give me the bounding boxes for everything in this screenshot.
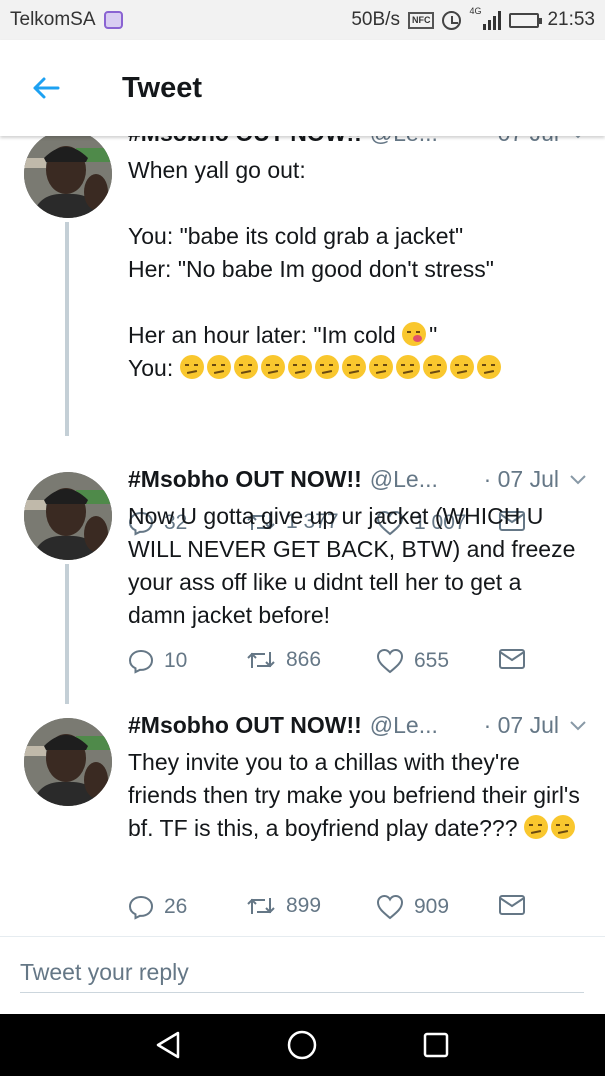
retweet-count: 899	[286, 894, 322, 917]
confused-face-emoji-icon	[233, 355, 258, 379]
tweet-text-main: They invite you to a chillas with they'r…	[128, 749, 587, 841]
retweet-count: 866	[286, 648, 322, 671]
confused-face-emoji-icon	[523, 815, 548, 839]
reply-icon	[128, 649, 154, 674]
reply-button[interactable]: 10	[128, 648, 187, 674]
like-button[interactable]: 655	[376, 648, 449, 674]
avatar[interactable]	[24, 136, 112, 218]
heart-icon	[376, 648, 404, 674]
network-speed: 50B/s	[351, 9, 400, 30]
reply-count: 10	[164, 649, 188, 672]
chevron-down-icon[interactable]	[567, 715, 589, 737]
reply-button[interactable]: 26	[128, 894, 187, 920]
confused-face-emoji-icon	[476, 355, 501, 379]
confused-face-emoji-icon	[206, 355, 231, 379]
tweet-time: · 07 Jul	[484, 136, 567, 147]
confused-face-emoji-icon	[179, 355, 204, 379]
tweet-text-close-quote: "	[429, 322, 438, 348]
confused-face-emoji-icon	[395, 355, 420, 379]
signal-icon: 4G	[469, 6, 502, 30]
reply-input[interactable]	[20, 951, 584, 993]
user-name[interactable]: #Msobho OUT NOW!!	[128, 712, 362, 739]
chevron-down-icon[interactable]	[567, 136, 589, 145]
avatar-photo	[24, 472, 112, 560]
heart-icon	[376, 894, 404, 920]
tweet-text: When yall go out: You: "babe its cold gr…	[128, 154, 585, 385]
chevron-down-icon[interactable]	[567, 469, 589, 491]
envelope-icon	[499, 895, 525, 915]
retweet-icon	[247, 898, 275, 914]
tweet-header: #Msobho OUT NOW!! @Le... · 07 Jul	[128, 712, 589, 739]
battery-icon	[509, 12, 543, 28]
tweet-actions: 10 866 655	[128, 648, 548, 678]
tweet-header: #Msobho OUT NOW!! @Le... · 07 Jul	[128, 136, 589, 147]
like-count: 909	[414, 895, 450, 918]
tweet-time: · 07 Jul	[483, 466, 559, 492]
square-recents-icon	[423, 1032, 449, 1058]
retweet-button[interactable]: 866	[246, 648, 321, 672]
triangle-back-icon	[156, 1031, 180, 1059]
system-nav-bar	[0, 1014, 605, 1076]
nfc-icon: NFC	[407, 11, 435, 29]
tweet[interactable]: #Msobho OUT NOW!! @Le... · 07 Jul Now U …	[0, 452, 605, 704]
network-type: 4G	[469, 6, 482, 16]
confused-face-emoji-icon	[449, 355, 474, 379]
like-button[interactable]: 909	[376, 894, 449, 920]
user-handle[interactable]: @Le...	[370, 136, 438, 147]
tweet-text: They invite you to a chillas with they'r…	[128, 746, 585, 845]
avatar[interactable]	[24, 472, 112, 560]
share-dm-button[interactable]	[498, 648, 526, 670]
envelope-icon	[499, 649, 525, 669]
app-notification-icon	[103, 11, 123, 29]
arrow-left-icon	[33, 77, 60, 99]
circle-home-icon	[287, 1030, 317, 1060]
back-button[interactable]	[18, 60, 74, 116]
confused-face-emoji-icon	[287, 355, 312, 379]
tweet-time: · 07 Jul	[483, 712, 559, 738]
cold-face-emoji-icon	[402, 322, 427, 346]
avatar-photo	[24, 136, 112, 218]
tweet-text-you: You:	[128, 355, 174, 381]
user-handle[interactable]: @Le...	[370, 712, 438, 739]
share-dm-button[interactable]	[498, 894, 526, 916]
user-handle[interactable]: @Le...	[370, 466, 438, 493]
tweet-actions: 26 899 909	[128, 894, 548, 924]
thread-line	[65, 564, 69, 704]
retweet-button[interactable]: 899	[246, 894, 321, 918]
nav-back-button[interactable]	[150, 1027, 186, 1063]
avatar[interactable]	[24, 718, 112, 806]
clock: 21:53	[547, 9, 595, 30]
tweet-text: Now U gotta give up ur jacket (WHICH U W…	[128, 503, 582, 628]
emoji-row	[523, 815, 578, 841]
carrier-name: TelkomSA	[10, 9, 96, 30]
user-name[interactable]: #Msobho OUT NOW!!	[128, 466, 362, 493]
tweet-header: #Msobho OUT NOW!! @Le... · 07 Jul	[128, 466, 589, 493]
confused-face-emoji-icon	[341, 355, 366, 379]
confused-face-emoji-icon	[422, 355, 447, 379]
retweet-icon	[247, 652, 275, 668]
user-name[interactable]: #Msobho OUT NOW!!	[128, 136, 362, 147]
page-title: Tweet	[122, 71, 203, 104]
confused-face-emoji-icon	[550, 815, 575, 839]
reply-icon	[128, 895, 154, 920]
tweet[interactable]: #Msobho OUT NOW!! @Le... · 07 Jul When y…	[0, 136, 605, 536]
confused-face-emoji-icon	[368, 355, 393, 379]
tweet[interactable]: #Msobho OUT NOW!! @Le... · 07 Jul They i…	[0, 698, 605, 936]
nav-recents-button[interactable]	[418, 1027, 454, 1063]
app-header: Tweet	[0, 40, 605, 136]
emoji-row	[179, 355, 504, 381]
status-bar: TelkomSA 50B/s NFC 4G 21:53	[0, 0, 605, 40]
confused-face-emoji-icon	[260, 355, 285, 379]
tweet-text-main: When yall go out: You: "babe its cold gr…	[128, 157, 494, 348]
nav-home-button[interactable]	[284, 1027, 320, 1063]
tweet-thread[interactable]: #Msobho OUT NOW!! @Le... · 07 Jul When y…	[0, 136, 605, 936]
thread-line	[65, 222, 69, 436]
reply-composer	[0, 936, 605, 1014]
confused-face-emoji-icon	[314, 355, 339, 379]
like-count: 655	[414, 649, 450, 672]
avatar-photo	[24, 718, 112, 806]
reply-count: 26	[164, 895, 188, 918]
alarm-icon	[442, 10, 462, 30]
